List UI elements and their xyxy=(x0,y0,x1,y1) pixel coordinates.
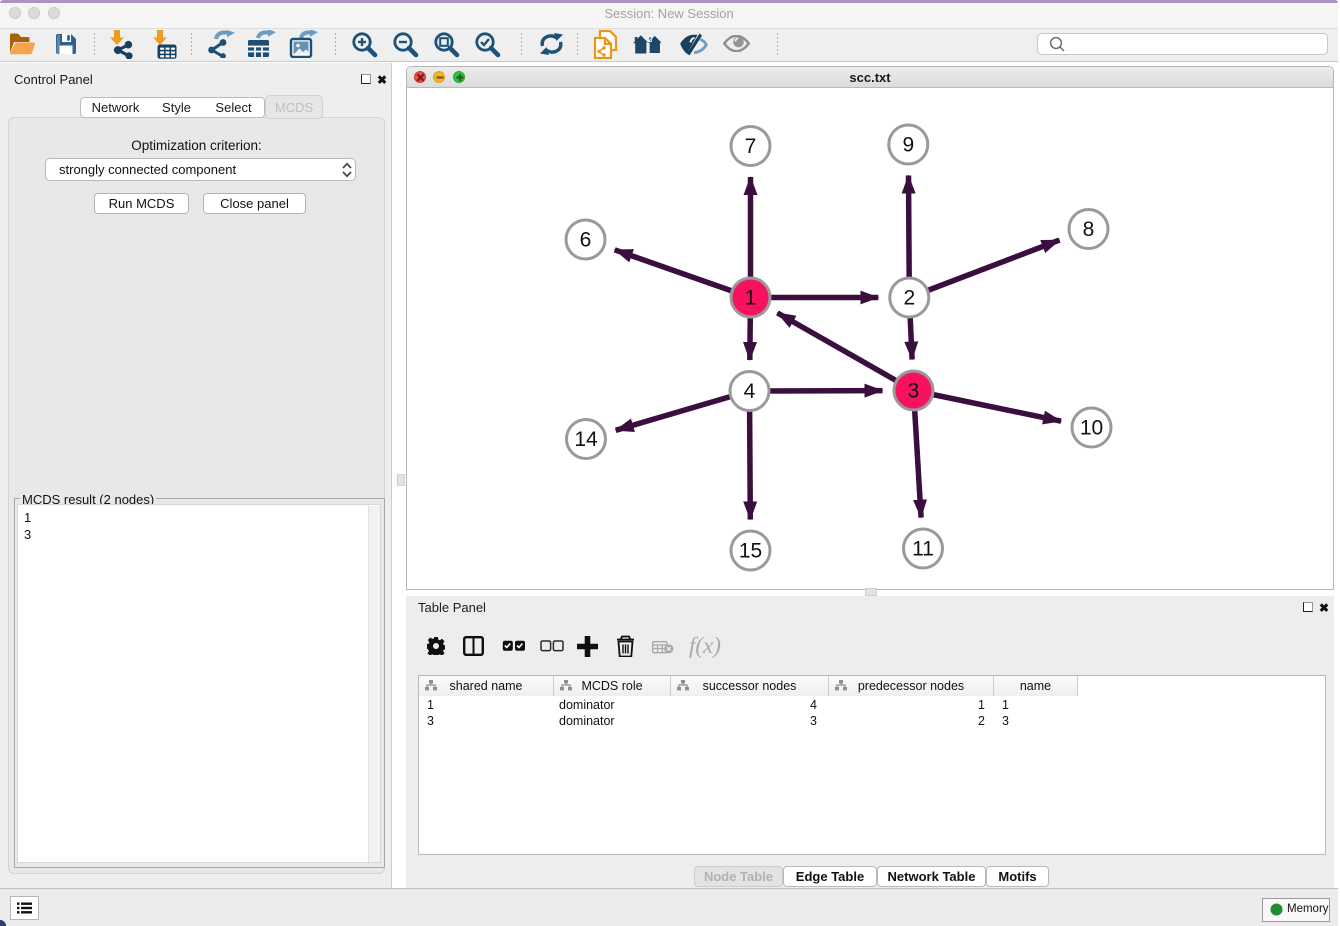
svg-text:4: 4 xyxy=(744,380,756,403)
svg-text:3: 3 xyxy=(908,380,920,403)
svg-text:15: 15 xyxy=(739,540,762,563)
svg-text:8: 8 xyxy=(1083,218,1095,241)
svg-text:9: 9 xyxy=(902,134,914,157)
svg-text:2: 2 xyxy=(903,287,915,310)
svg-text:11: 11 xyxy=(912,538,934,561)
svg-text:14: 14 xyxy=(574,428,598,451)
svg-text:1: 1 xyxy=(745,287,757,310)
svg-text:10: 10 xyxy=(1080,417,1103,440)
svg-text:7: 7 xyxy=(745,135,757,158)
svg-text:6: 6 xyxy=(580,229,592,252)
